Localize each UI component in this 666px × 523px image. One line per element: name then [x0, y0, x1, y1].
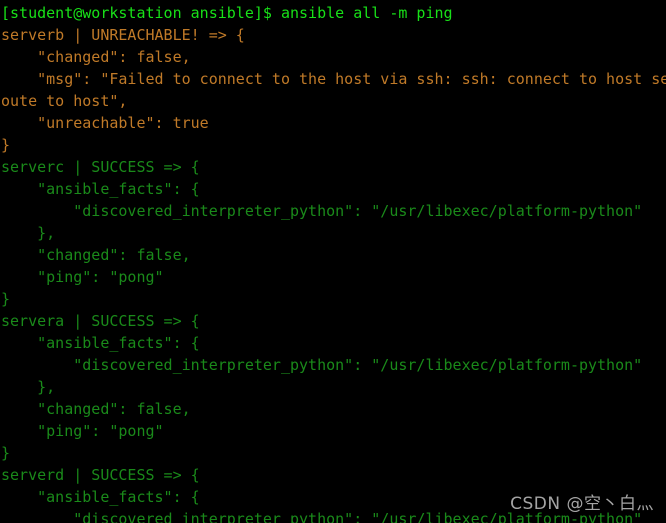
terminal-output-line: },	[1, 378, 56, 396]
terminal-output-line: "changed": false,	[1, 246, 191, 264]
terminal-output-line: "ping": "pong"	[1, 422, 164, 440]
terminal-output-line: serverb | UNREACHABLE! => {	[1, 26, 245, 44]
terminal-output-line: "ansible_facts": {	[1, 180, 200, 198]
terminal-output-line: serverc | SUCCESS => {	[1, 158, 200, 176]
terminal-output-line: "ping": "pong"	[1, 268, 164, 286]
terminal-output[interactable]: [student@workstation ansible]$ ansible a…	[0, 0, 666, 523]
terminal-output-line: serverd | SUCCESS => {	[1, 466, 200, 484]
terminal-output-line: servera | SUCCESS => {	[1, 312, 200, 330]
terminal-output-line: "changed": false,	[1, 48, 191, 66]
terminal-prompt-line: [student@workstation ansible]$ ansible a…	[1, 4, 453, 22]
terminal-output-line: "unreachable": true	[1, 114, 209, 132]
terminal-output-line: "msg": "Failed to connect to the host vi…	[1, 70, 666, 88]
terminal-output-line: "changed": false,	[1, 400, 191, 418]
terminal-output-line: "discovered_interpreter_python": "/usr/l…	[1, 202, 643, 220]
terminal-output-line: "ansible_facts": {	[1, 334, 200, 352]
terminal-output-line: "discovered_interpreter_python": "/usr/l…	[1, 510, 643, 523]
terminal-window[interactable]: [student@workstation ansible]$ ansible a…	[0, 0, 666, 523]
terminal-output-line: }	[1, 290, 11, 308]
terminal-output-line: oute to host",	[1, 92, 128, 110]
terminal-output-line: }	[1, 444, 11, 462]
terminal-output-line: },	[1, 224, 56, 242]
terminal-output-line: "discovered_interpreter_python": "/usr/l…	[1, 356, 643, 374]
terminal-output-line: "ansible_facts": {	[1, 488, 200, 506]
terminal-output-line: }	[1, 136, 11, 154]
